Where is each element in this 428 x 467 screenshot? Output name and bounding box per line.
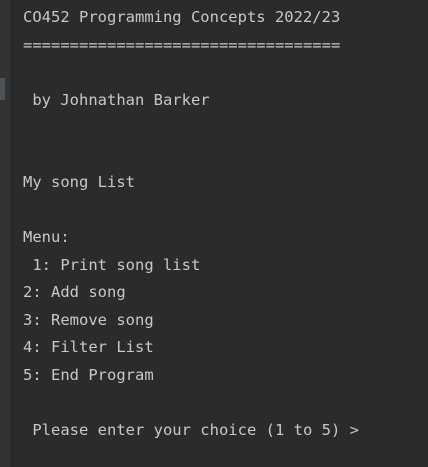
console-gutter (0, 0, 10, 467)
header-title: CO452 Programming Concepts 2022/23 (23, 8, 341, 26)
menu-label: Menu: (23, 228, 70, 246)
list-title: My song List (23, 173, 135, 191)
input-caret[interactable] (365, 422, 366, 439)
run-console[interactable]: CO452 Programming Concepts 2022/23 =====… (0, 0, 428, 467)
menu-item-add: 2: Add song (23, 283, 126, 301)
header-rule: ================================== (23, 36, 341, 54)
input-prompt-line[interactable]: Please enter your choice (1 to 5) > (23, 420, 366, 440)
menu-item-print: 1: Print song list (23, 256, 201, 274)
menu-item-end: 5: End Program (23, 366, 154, 384)
input-prompt: Please enter your choice (1 to 5) > (23, 421, 359, 439)
author-line: by Johnathan Barker (23, 91, 210, 109)
gutter-marker (0, 78, 5, 100)
menu-item-filter: 4: Filter List (23, 338, 154, 356)
menu-item-remove: 3: Remove song (23, 311, 154, 329)
